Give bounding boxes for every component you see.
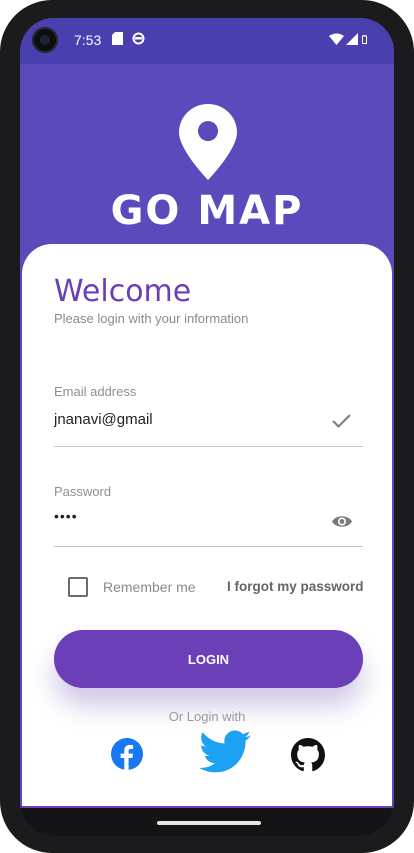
or-login-with-label: Or Login with — [168, 709, 246, 724]
github-icon[interactable] — [291, 738, 325, 777]
sd-card-icon — [112, 32, 123, 50]
sync-icon — [132, 32, 145, 50]
camera-cutout — [32, 27, 58, 53]
battery-icon — [362, 31, 367, 49]
status-bar: 7:53 — [20, 18, 394, 64]
twitter-icon[interactable] — [199, 730, 251, 779]
app-header: GO MAP — [20, 64, 394, 264]
email-input[interactable] — [54, 411, 314, 428]
email-field[interactable]: Email address — [54, 384, 363, 447]
home-indicator[interactable] — [157, 821, 261, 825]
eye-icon[interactable] — [331, 514, 353, 534]
welcome-subtitle: Please login with your information — [54, 311, 249, 326]
signal-icon — [346, 32, 358, 50]
app-screen: 7:53 GO MAP Welcome Please login with yo… — [20, 18, 394, 836]
app-brand-title: GO MAP — [110, 188, 304, 234]
facebook-icon[interactable] — [111, 738, 143, 775]
phone-frame: 7:53 GO MAP Welcome Please login with yo… — [0, 0, 414, 853]
wifi-icon — [329, 32, 344, 50]
password-label: Password — [54, 484, 112, 499]
remember-me-label: Remember me — [103, 579, 196, 595]
remember-me-checkbox[interactable] — [68, 577, 88, 597]
map-pin-icon — [179, 104, 237, 185]
forgot-password-link[interactable]: I forgot my password — [227, 579, 364, 594]
login-button[interactable]: LOGIN — [54, 630, 363, 688]
welcome-heading: Welcome — [54, 274, 192, 309]
status-time: 7:53 — [74, 32, 102, 48]
password-field[interactable]: Password •••• — [54, 484, 363, 547]
remember-me-option[interactable]: Remember me — [68, 577, 196, 597]
password-input[interactable]: •••• — [54, 508, 314, 524]
email-label: Email address — [54, 384, 137, 399]
check-icon — [332, 414, 351, 433]
login-card: Welcome Please login with your informati… — [22, 244, 392, 814]
